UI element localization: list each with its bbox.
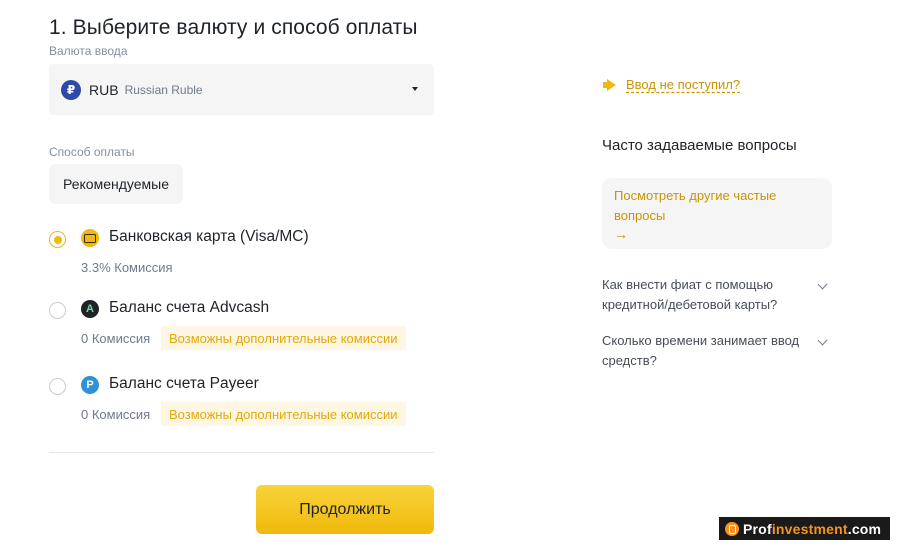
divider [49,452,434,453]
page-title: 1. Выберите валюту и способ оплаты [49,16,418,39]
currency-name: Russian Ruble [124,82,203,97]
card-icon [81,229,99,247]
method-fee: 0 Комиссия [81,407,151,422]
faq-question: Сколько времени занимает ввод средств? [602,333,800,368]
megaphone-icon [603,79,617,91]
chevron-down-icon[interactable] [817,335,828,346]
watermark: Profinvestment.com [719,517,890,540]
arrow-right-icon: → [614,226,628,242]
method-fee: 3.3% Комиссия [81,260,173,275]
continue-button[interactable]: Продолжить [256,485,434,534]
method-name: Банковская карта (Visa/MC) [109,228,309,245]
method-name: Баланс счета Advcash [109,299,270,316]
radio-payeer[interactable] [49,378,66,395]
ruble-icon: ₽ [61,79,81,100]
radio-bank-card[interactable] [49,231,66,248]
faq-item[interactable]: Сколько времени занимает ввод средств? [602,331,832,371]
watermark-text: Profinvestment.com [743,521,881,537]
faq-more-button[interactable]: Посмотреть другие частые вопросы → [602,178,832,249]
watermark-logo-icon [725,521,739,536]
currency-select[interactable]: ₽ RUB Russian Ruble [49,64,434,115]
payeer-icon: P [81,376,99,394]
chevron-down-icon[interactable] [817,279,828,290]
faq-item[interactable]: Как внести фиат с помощью кредитной/дебе… [602,275,832,315]
method-fee-note: Возможны дополнительные комиссии [161,402,406,426]
payment-method-label: Способ оплаты [49,145,135,159]
tab-recommended[interactable]: Рекомендуемые [49,164,183,204]
caret-down-icon [412,87,418,91]
faq-more-text: Посмотреть другие частые вопросы [614,188,777,223]
advcash-icon: A [81,300,99,318]
watermark-part1: Prof [743,520,772,537]
method-name: Баланс счета Payeer [109,375,259,392]
currency-label: Валюта ввода [49,44,128,58]
currency-code: RUB [89,81,119,98]
watermark-part2: investment [771,520,848,537]
method-fee: 0 Комиссия [81,331,151,346]
watermark-part3: .com [847,520,882,537]
faq-title: Часто задаваемые вопросы [602,137,797,154]
radio-advcash[interactable] [49,302,66,319]
faq-question: Как внести фиат с помощью кредитной/дебе… [602,277,778,312]
deposit-not-received-text: Ввод не поступил? [626,77,741,92]
method-fee-note: Возможны дополнительные комиссии [161,326,406,350]
deposit-not-received-link[interactable]: Ввод не поступил? [603,77,740,92]
